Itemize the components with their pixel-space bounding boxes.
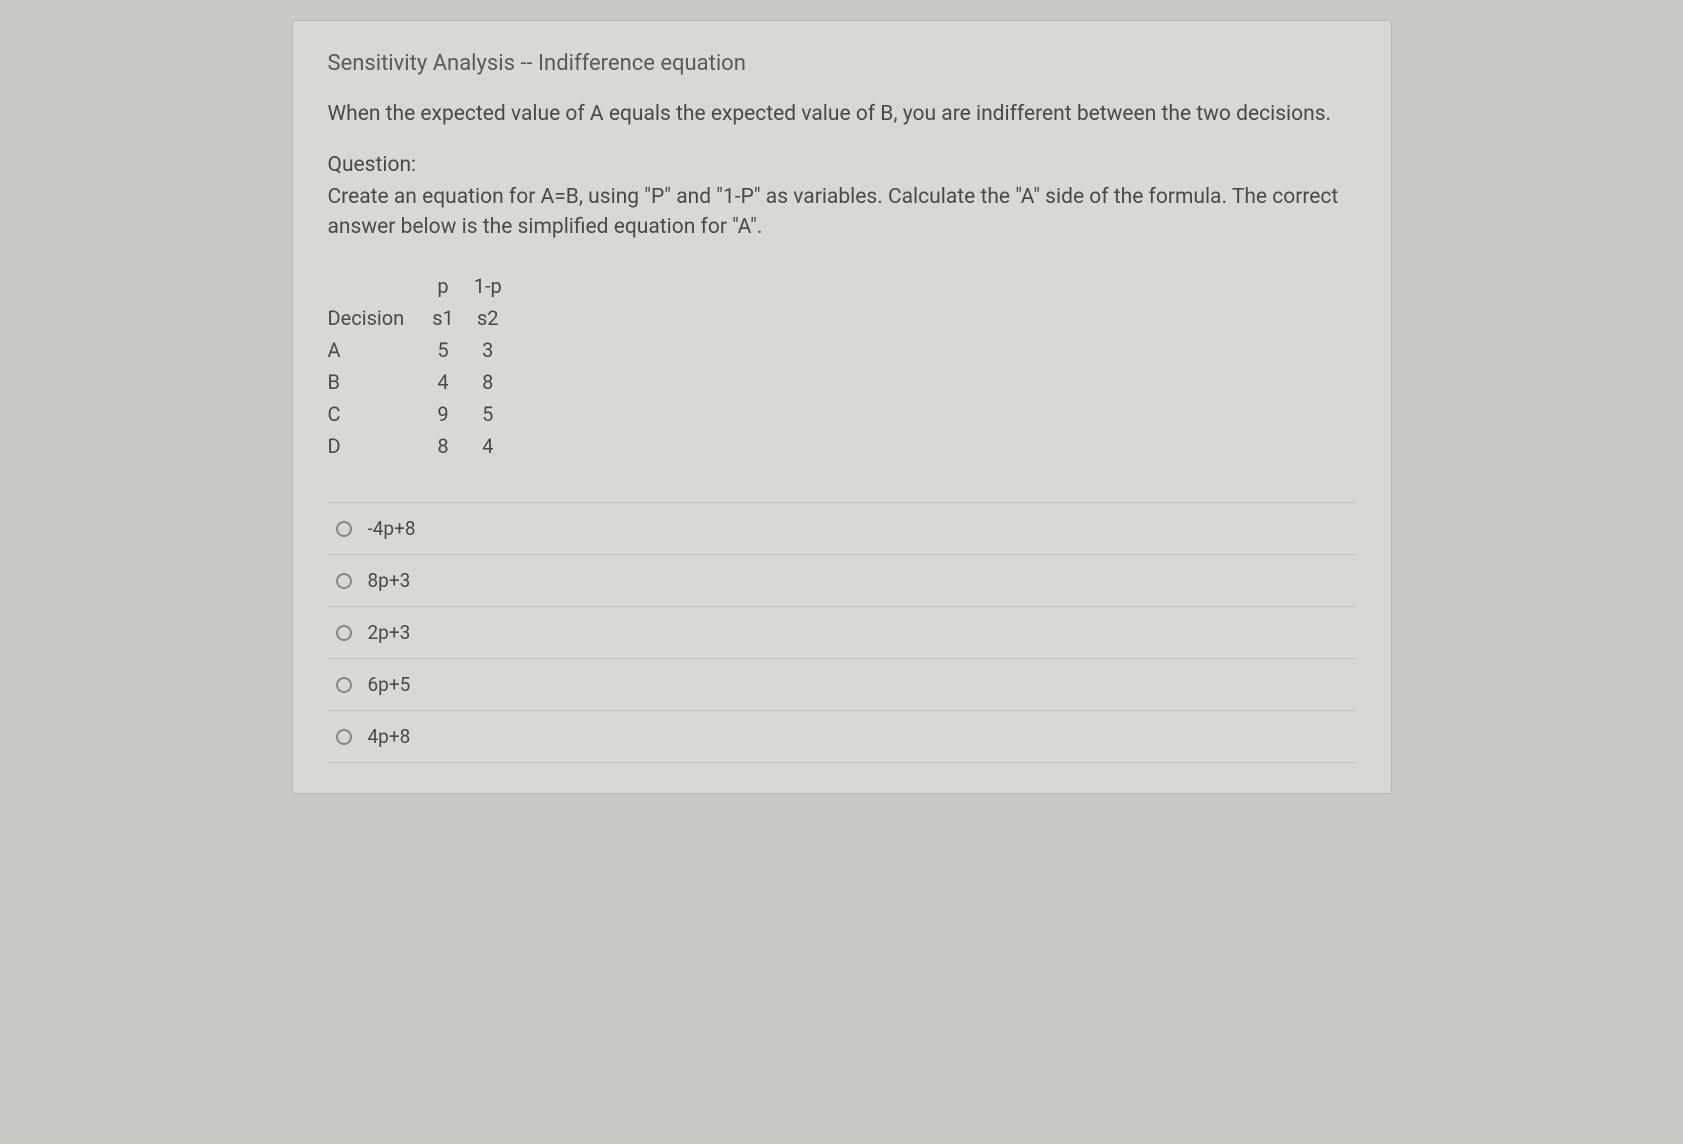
- options-list: -4p+8 8p+3 2p+3 6p+5 4p+8: [328, 502, 1356, 763]
- option-label: 8p+3: [368, 569, 411, 592]
- question-label: Question:: [328, 153, 1356, 177]
- radio-icon: [336, 625, 352, 641]
- table-cell: C: [328, 398, 423, 430]
- radio-option[interactable]: -4p+8: [328, 502, 1356, 554]
- option-label: 2p+3: [368, 621, 411, 644]
- table-row: D 8 4: [328, 430, 512, 462]
- table-cell: 8: [422, 430, 464, 462]
- radio-option[interactable]: 2p+3: [328, 606, 1356, 658]
- table-row: A 5 3: [328, 334, 512, 366]
- table-cell: Decision: [328, 302, 423, 334]
- table-cell: 4: [422, 366, 464, 398]
- table-row: C 9 5: [328, 398, 512, 430]
- table-cell: [328, 270, 423, 302]
- radio-icon: [336, 521, 352, 537]
- table-cell: s1: [422, 302, 464, 334]
- question-title: Sensitivity Analysis -- Indifference equ…: [328, 51, 1356, 76]
- table-cell: 3: [464, 334, 512, 366]
- table-cell: 5: [464, 398, 512, 430]
- quiz-card: Sensitivity Analysis -- Indifference equ…: [292, 20, 1392, 794]
- question-text: Create an equation for A=B, using "P" an…: [328, 183, 1356, 242]
- radio-icon: [336, 573, 352, 589]
- option-label: 6p+5: [368, 673, 411, 696]
- radio-option[interactable]: 8p+3: [328, 554, 1356, 606]
- table-cell: s2: [464, 302, 512, 334]
- intro-text: When the expected value of A equals the …: [328, 100, 1356, 129]
- table-cell: 8: [464, 366, 512, 398]
- table-cell: B: [328, 366, 423, 398]
- radio-option[interactable]: 6p+5: [328, 658, 1356, 710]
- option-label: 4p+8: [368, 725, 411, 748]
- radio-icon: [336, 729, 352, 745]
- radio-icon: [336, 677, 352, 693]
- table-cell: D: [328, 430, 423, 462]
- table-cell: A: [328, 334, 423, 366]
- table-cell: p: [422, 270, 464, 302]
- option-label: -4p+8: [368, 517, 416, 540]
- table-cell: 9: [422, 398, 464, 430]
- radio-option[interactable]: 4p+8: [328, 710, 1356, 763]
- decision-table: p 1-p Decision s1 s2 A 5 3 B 4 8 C 9 5 D…: [328, 270, 512, 462]
- table-cell: 1-p: [464, 270, 512, 302]
- table-cell: 5: [422, 334, 464, 366]
- table-row: B 4 8: [328, 366, 512, 398]
- table-state-header: Decision s1 s2: [328, 302, 512, 334]
- table-cell: 4: [464, 430, 512, 462]
- table-prob-header: p 1-p: [328, 270, 512, 302]
